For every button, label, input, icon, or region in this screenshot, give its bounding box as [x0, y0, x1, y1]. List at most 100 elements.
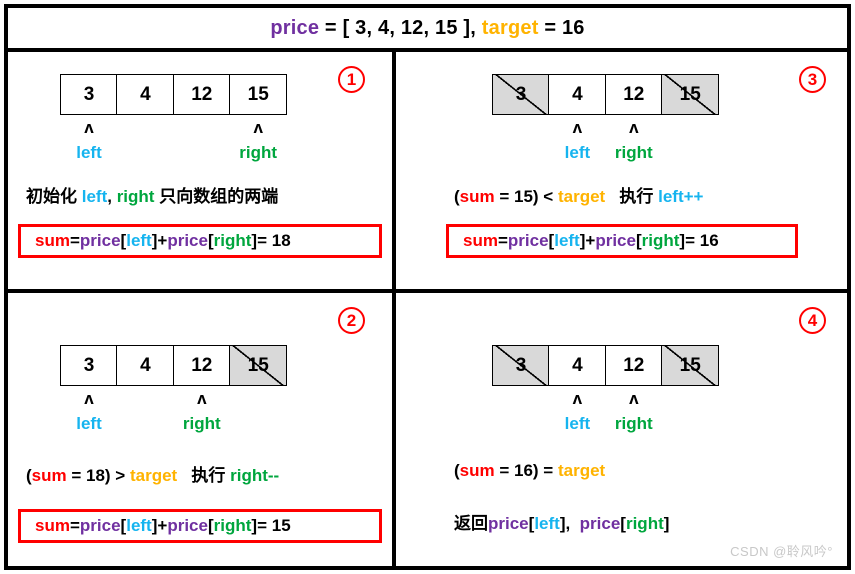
- caret-icon: ʌ: [84, 118, 94, 137]
- formula-token: right: [625, 514, 664, 533]
- array-cell-value: 3: [515, 83, 527, 105]
- desc-token: ,: [107, 187, 117, 206]
- formula-token: = 18: [257, 231, 291, 250]
- array-cell-value: 4: [572, 83, 583, 105]
- formula-token: price: [595, 231, 636, 250]
- array-cell-2: 12: [172, 74, 231, 115]
- sum-formula-box: sum = price[left] + price[right] = 18: [18, 224, 382, 258]
- array-cell-value: 15: [247, 83, 269, 105]
- array-cell-3: 15: [229, 345, 288, 386]
- desc-token: sum: [459, 461, 495, 480]
- array-cell-1: 4: [116, 345, 175, 386]
- price-array: 3 4 12 15: [492, 345, 720, 386]
- right-pointer-label: right: [614, 143, 653, 162]
- array-cell-3: 15: [661, 345, 720, 386]
- array-cell-1: 4: [116, 74, 175, 115]
- step-panel-1: 1 3 4 12 15 ʌ left ʌ right 初始化 left, right 只向数组的两…: [8, 52, 392, 289]
- desc-token: = 18) >: [66, 466, 130, 485]
- price-label: price: [270, 16, 320, 39]
- step-badge-②: 2: [338, 307, 365, 334]
- desc-token: right: [116, 187, 155, 206]
- formula-token: right: [213, 516, 252, 535]
- formula-token: price: [79, 516, 121, 535]
- formula-token: =: [69, 516, 80, 535]
- desc-token: 执行: [177, 466, 231, 485]
- array-cell-value: 15: [247, 354, 269, 376]
- price-value: = [ 3, 4, 12, 15 ],: [319, 16, 482, 39]
- step-description: (sum = 15) < target 执行 left++: [454, 182, 703, 207]
- formula-token: right: [641, 231, 680, 250]
- caret-icon: ʌ: [629, 118, 639, 137]
- desc-token: 执行: [605, 187, 659, 206]
- formula-token: price: [488, 514, 529, 533]
- desc-token: left++: [658, 187, 704, 206]
- step-panel-4: 4 3 4 12 15 ʌ left ʌ right (sum = 16) = target 返回p…: [396, 293, 847, 566]
- formula-token: 返回: [454, 514, 488, 533]
- formula-token: price: [579, 514, 621, 533]
- array-cell-3: 15: [229, 74, 288, 115]
- step-badge-④: 4: [799, 307, 826, 334]
- panel-grid: 1 3 4 12 15 ʌ left ʌ right 初始化 left, right 只向数组的两…: [8, 52, 847, 566]
- step-badge-①: 1: [338, 66, 365, 93]
- array-cell-2: 12: [604, 345, 663, 386]
- formula-token: +: [157, 231, 168, 250]
- formula-token: ]: [663, 514, 670, 533]
- desc-token: target: [557, 187, 606, 206]
- right-pointer: ʌ right: [605, 119, 663, 161]
- formula-token: left: [554, 231, 580, 250]
- desc-token: right--: [230, 466, 280, 485]
- array-cell-value: 15: [679, 83, 701, 105]
- formula-token: = 16: [685, 231, 719, 250]
- array-cell-0: 3: [492, 74, 550, 115]
- array-cell-value: 4: [140, 83, 151, 105]
- formula-token: price: [507, 231, 549, 250]
- right-pointer: ʌ right: [173, 390, 231, 432]
- desc-token: target: [129, 466, 178, 485]
- array-cell-value: 3: [515, 354, 527, 376]
- left-pointer: ʌ left: [60, 119, 118, 161]
- caret-icon: ʌ: [629, 389, 639, 408]
- desc-token: = 15) <: [494, 187, 558, 206]
- desc-token: target: [557, 461, 606, 480]
- right-pointer-label: right: [182, 414, 221, 433]
- array-cell-value: 4: [140, 354, 151, 376]
- step-description: (sum = 18) > target 执行 right--: [26, 461, 279, 486]
- formula-token: = 15: [257, 516, 291, 535]
- right-pointer-label: right: [239, 143, 278, 162]
- step-badge-③: 3: [799, 66, 826, 93]
- step-description: (sum = 16) = target: [454, 461, 605, 481]
- left-pointer-label: left: [564, 143, 591, 162]
- formula-token: +: [157, 516, 168, 535]
- left-pointer: ʌ left: [548, 119, 606, 161]
- desc-token: 初始化: [26, 187, 82, 206]
- caret-icon: ʌ: [197, 389, 207, 408]
- target-value: = 16: [538, 16, 585, 39]
- left-pointer-label: left: [76, 414, 102, 433]
- array-cell-2: 12: [604, 74, 663, 115]
- target-label: target: [481, 16, 539, 39]
- left-pointer: ʌ left: [60, 390, 118, 432]
- step-panel-2: 2 3 4 12 15 ʌ left ʌ right (sum = 18) > target 执行…: [8, 293, 392, 566]
- desc-token: left: [81, 187, 108, 206]
- right-pointer: ʌ right: [605, 390, 663, 432]
- array-cell-value: 3: [83, 354, 95, 376]
- array-cell-1: 4: [548, 345, 607, 386]
- array-cell-value: 12: [191, 354, 213, 376]
- array-cell-1: 4: [548, 74, 607, 115]
- left-pointer-label: left: [76, 143, 102, 162]
- caret-icon: ʌ: [84, 389, 94, 408]
- left-pointer: ʌ left: [548, 390, 606, 432]
- formula-token: =: [69, 231, 80, 250]
- price-array: 3 4 12 15: [60, 345, 288, 386]
- header-bar: price = [ 3, 4, 12, 15 ], target = 16: [8, 8, 847, 52]
- formula-token: price: [79, 231, 121, 250]
- array-cell-value: 4: [572, 354, 583, 376]
- array-cell-3: 15: [661, 74, 720, 115]
- formula-token: sum: [35, 231, 70, 250]
- formula-token: left: [126, 516, 152, 535]
- array-cell-value: 12: [623, 354, 645, 376]
- array-cell-value: 15: [679, 354, 701, 376]
- array-cell-value: 12: [191, 83, 213, 105]
- array-cell-0: 3: [60, 345, 118, 386]
- formula-token: left: [534, 514, 560, 533]
